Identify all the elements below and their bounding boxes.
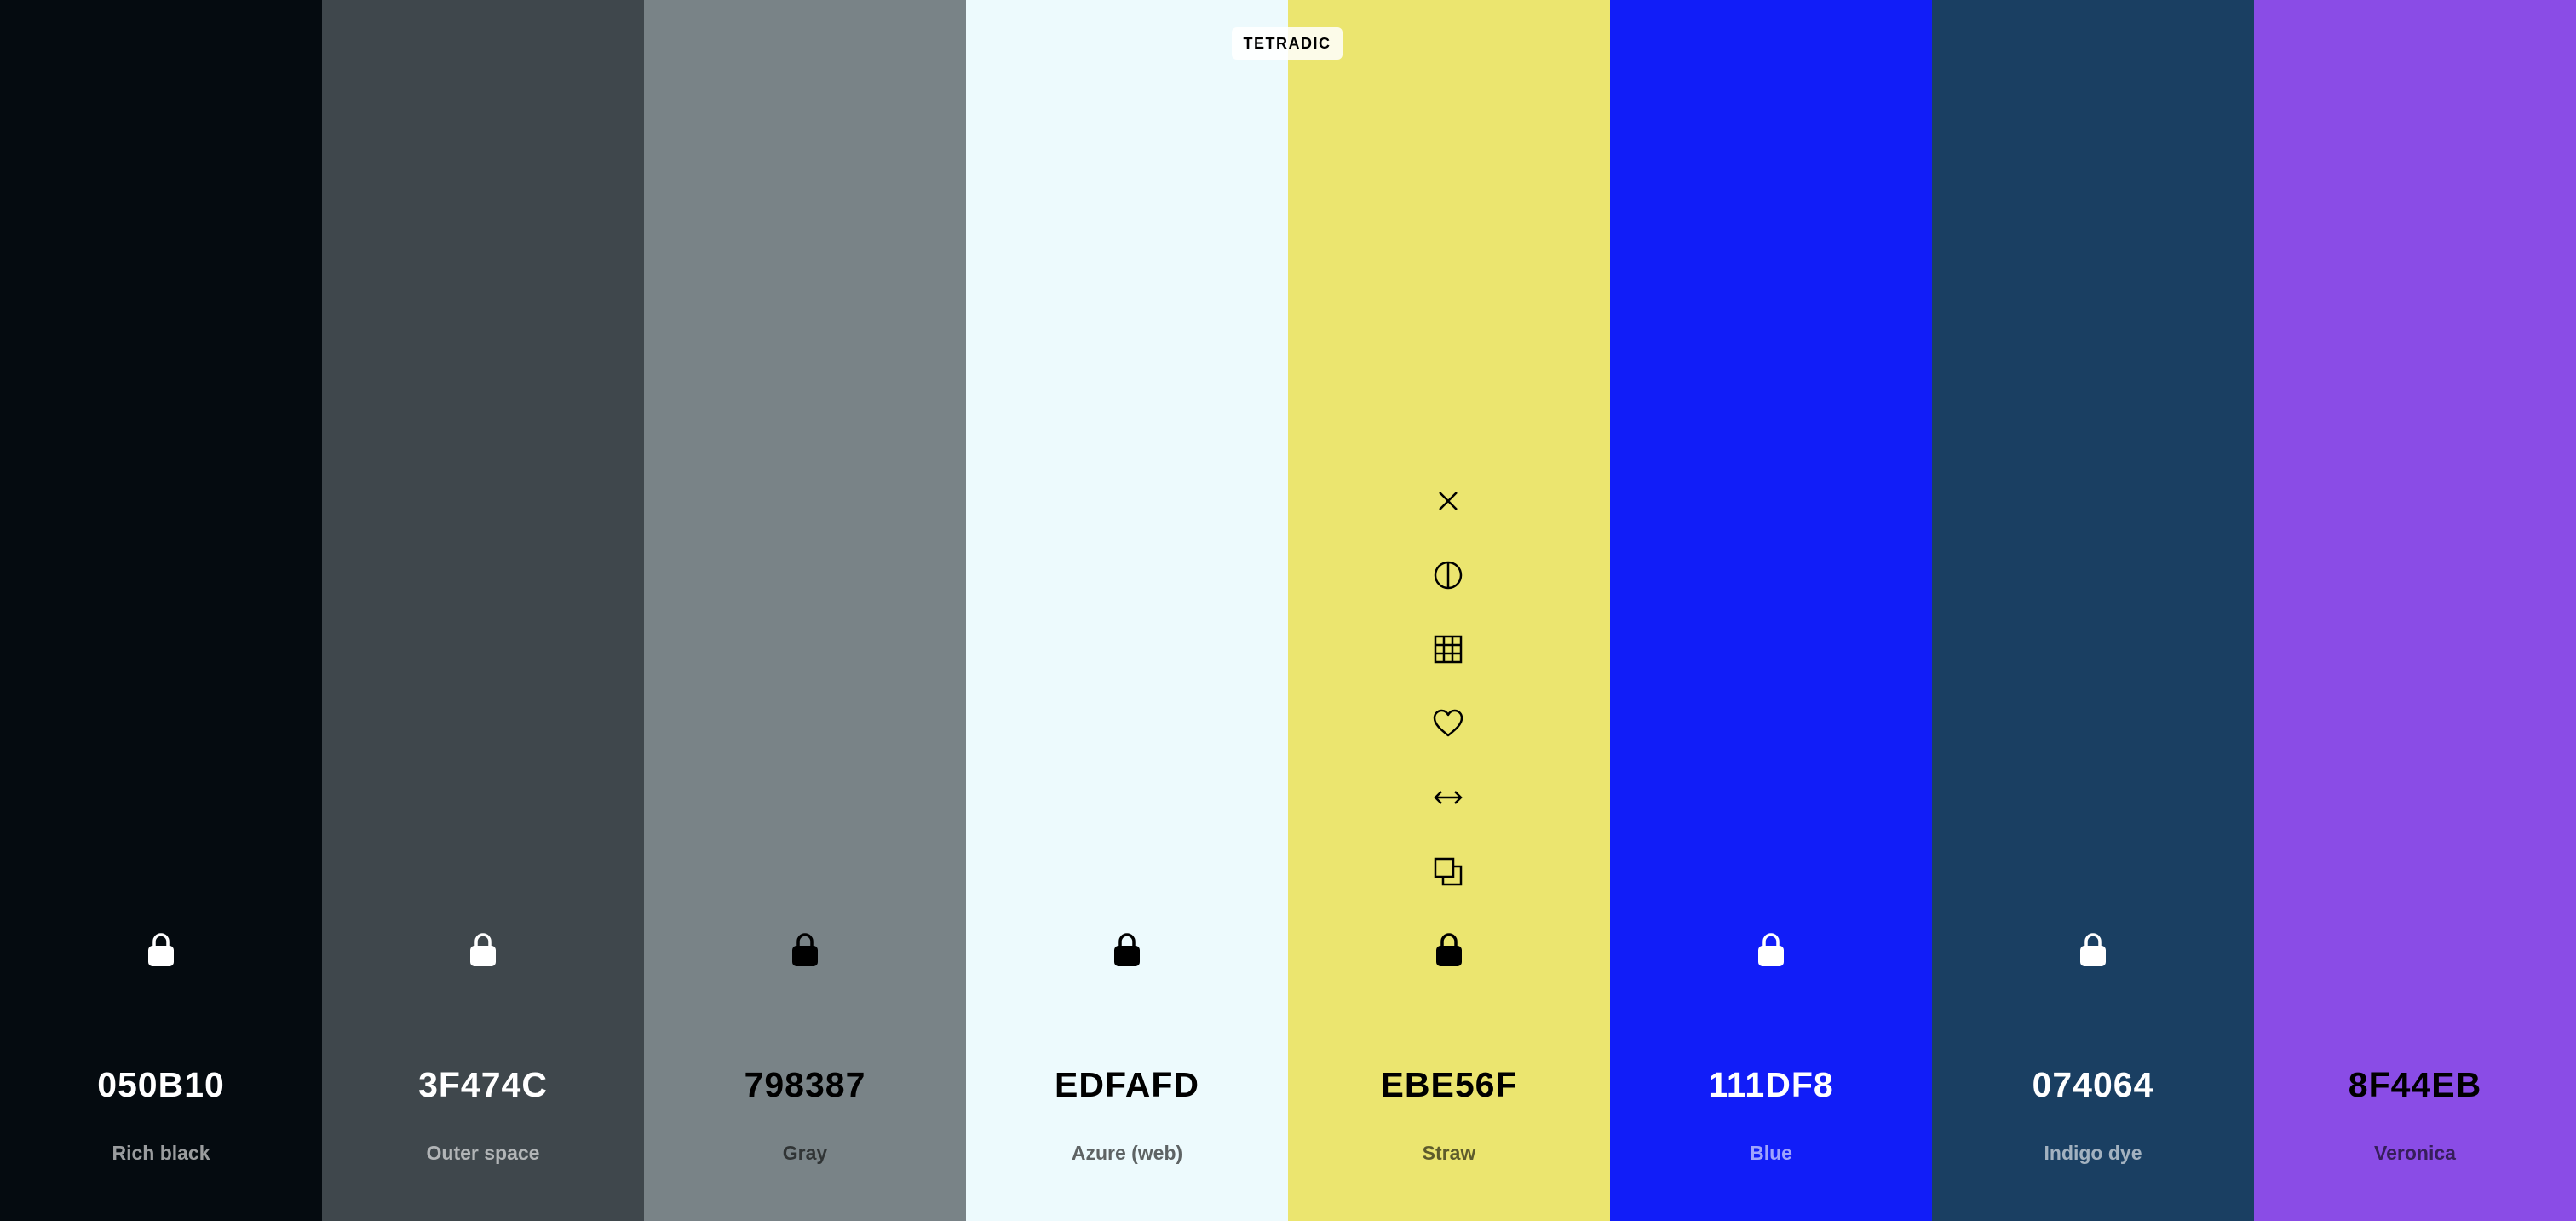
color-name: Indigo dye — [2044, 1142, 2142, 1164]
hex-code[interactable]: EBE56F — [1288, 1065, 1610, 1105]
hex-code[interactable]: 111DF8 — [1610, 1065, 1932, 1105]
lock-icon[interactable] — [786, 930, 824, 968]
hex-code[interactable]: 3F474C — [322, 1065, 644, 1105]
swatch-toolbar — [1429, 482, 1467, 927]
contrast-icon[interactable] — [1429, 556, 1467, 594]
palette-type-badge[interactable]: TETRADIC — [1232, 27, 1343, 60]
grid-icon[interactable] — [1429, 631, 1467, 668]
hex-code[interactable]: 050B10 — [0, 1065, 322, 1105]
lock-icon[interactable] — [464, 930, 502, 968]
swatch-azure-web[interactable]: EDFAFD Azure (web) — [966, 0, 1288, 1221]
lock-icon[interactable] — [1108, 930, 1146, 968]
hex-code[interactable]: 074064 — [1932, 1065, 2254, 1105]
color-name: Veronica — [2374, 1142, 2456, 1164]
color-name: Outer space — [426, 1142, 540, 1164]
palette: 050B10 Rich black 3F474C Outer space 798… — [0, 0, 2576, 1221]
swatch-indigo-dye[interactable]: 074064 Indigo dye — [1932, 0, 2254, 1221]
color-name: Blue — [1750, 1142, 1792, 1164]
close-icon[interactable] — [1429, 482, 1467, 520]
copy-icon[interactable] — [1429, 853, 1467, 890]
color-name: Straw — [1422, 1142, 1476, 1164]
hex-code[interactable]: EDFAFD — [966, 1065, 1288, 1105]
color-name: Rich black — [112, 1142, 210, 1164]
drag-icon[interactable] — [1429, 779, 1467, 816]
heart-icon[interactable] — [1429, 705, 1467, 742]
swatch-outer-space[interactable]: 3F474C Outer space — [322, 0, 644, 1221]
hex-code[interactable]: 8F44EB — [2254, 1065, 2576, 1105]
swatch-gray[interactable]: 798387 Gray — [644, 0, 966, 1221]
lock-icon[interactable] — [1430, 930, 1468, 968]
hex-code[interactable]: 798387 — [644, 1065, 966, 1105]
lock-icon[interactable] — [142, 930, 180, 968]
swatch-rich-black[interactable]: 050B10 Rich black — [0, 0, 322, 1221]
color-name: Azure (web) — [1071, 1142, 1183, 1164]
color-name: Gray — [782, 1142, 828, 1164]
swatch-blue[interactable]: 111DF8 Blue — [1610, 0, 1932, 1221]
swatch-veronica[interactable]: 8F44EB Veronica — [2254, 0, 2576, 1221]
lock-icon[interactable] — [2074, 930, 2112, 968]
lock-icon[interactable] — [1752, 930, 1790, 968]
